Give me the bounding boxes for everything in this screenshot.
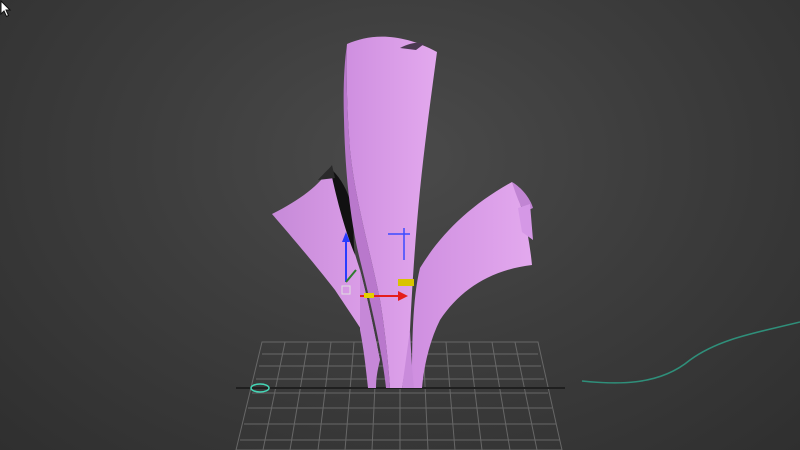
3d-viewport[interactable] (0, 0, 800, 450)
spline-curve[interactable] (581, 321, 800, 384)
viewport-canvas[interactable] (0, 0, 800, 450)
gizmo-xy-plane[interactable] (364, 293, 374, 298)
arrow-cursor-icon (0, 0, 12, 18)
right-leaf-mesh[interactable] (412, 182, 533, 388)
gizmo-label-box (398, 279, 414, 286)
